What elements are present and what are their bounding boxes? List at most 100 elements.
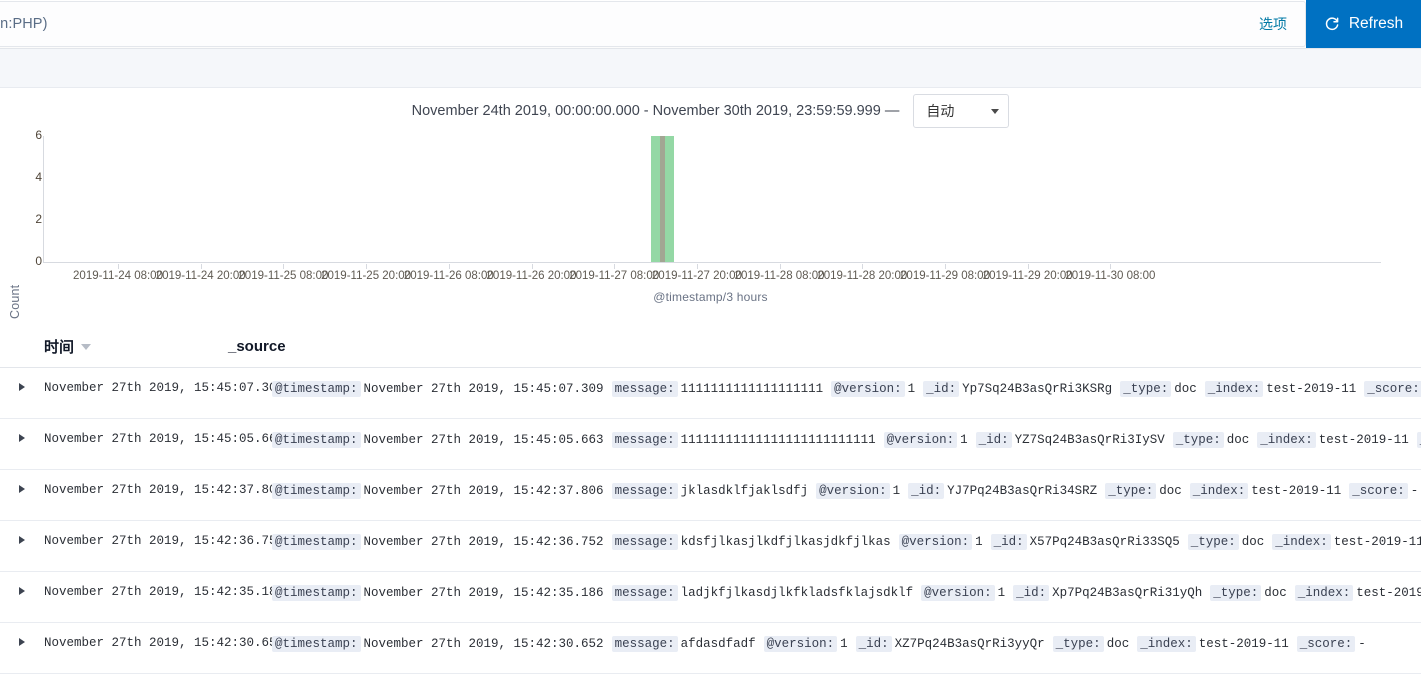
row-source: @timestamp: November 27th 2019, 15:42:37.… (272, 482, 1421, 500)
x-axis-tickmark (779, 264, 781, 269)
source-field-key: _type: (1210, 585, 1262, 601)
table-row[interactable]: November 27th 2019, 15:45:07.309 @timesta… (0, 368, 1421, 419)
chevron-down-icon (991, 108, 1000, 114)
expand-row-icon[interactable] (19, 485, 25, 493)
source-field-value: 1 (975, 535, 983, 549)
table-row[interactable]: November 27th 2019, 15:45:05.663 @timesta… (0, 419, 1421, 470)
source-field-key: _id: (1013, 585, 1050, 601)
source-field-key: _index: (1189, 483, 1249, 499)
x-axis-tick: 2019-11-27 08:00 (569, 270, 660, 282)
x-axis-tickmark (366, 264, 368, 269)
source-field-value: ladjkfjlkasdjlkfkladsfklajsdklf (680, 586, 914, 600)
expand-row-cell[interactable] (0, 533, 44, 544)
expand-row-icon[interactable] (19, 434, 25, 442)
source-field-value: November 27th 2019, 15:42:30.652 (363, 637, 604, 651)
source-field-key: message: (611, 432, 678, 448)
row-time: November 27th 2019, 15:42:37.806 (44, 483, 285, 497)
source-field-key: @version: (816, 483, 890, 499)
source-field-key: message: (611, 534, 678, 550)
query-input[interactable]: on:PHP) (0, 16, 48, 32)
row-source: @timestamp: November 27th 2019, 15:42:30.… (272, 635, 1421, 653)
source-field-value: jklasdklfjaklsdfj (680, 484, 809, 498)
row-source: @timestamp: November 27th 2019, 15:42:36.… (272, 533, 1421, 551)
source-field-value: XZ7Pq24B3asQrRi3yyQr (894, 637, 1045, 651)
x-axis-tick: 2019-11-26 08:00 (403, 270, 494, 282)
source-field-key: _index: (1272, 534, 1331, 550)
x-axis-tick: 2019-11-28 20:00 (817, 270, 908, 282)
toolbar-band (0, 48, 1421, 88)
source-field-key: message: (611, 636, 678, 652)
source-field-value: doc (1241, 535, 1265, 549)
source-field-key: _type: (1120, 381, 1172, 397)
source-field-value: 11111111111111111111111111 (680, 433, 876, 447)
source-field-value: doc (1226, 433, 1250, 447)
expand-row-cell[interactable] (0, 431, 44, 442)
expand-row-cell[interactable] (0, 482, 44, 493)
source-field-value: 1 (960, 433, 968, 447)
table-row[interactable]: November 27th 2019, 15:42:36.752 @timesta… (0, 521, 1421, 572)
sort-desc-icon[interactable] (81, 343, 92, 350)
y-axis-tick: 4 (35, 170, 42, 184)
source-field-value: doc (1264, 586, 1287, 600)
column-header-time[interactable]: 时间 (0, 336, 228, 357)
documents-table: 时间 _source November 27th 2019, 15:45:07.… (0, 326, 1421, 674)
source-field-key: @timestamp: (272, 585, 361, 601)
x-axis-tickmark (945, 264, 946, 269)
source-field-value: test-2019-11 (1356, 586, 1421, 600)
source-field-key: message: (611, 381, 678, 397)
interval-select-value: 自动 (926, 103, 955, 119)
x-axis-tickmark (1027, 264, 1029, 269)
source-field-value: YZ7Sq24B3asQrRi3IySV (1014, 433, 1165, 447)
source-field-value: Xp7Pq24B3asQrRi31yQh (1052, 586, 1203, 600)
refresh-icon (1324, 16, 1340, 32)
source-field-key: @version: (898, 534, 973, 550)
x-axis-tick: 2019-11-24 20:00 (155, 270, 246, 282)
expand-row-icon[interactable] (19, 536, 25, 544)
source-field-value: November 27th 2019, 15:45:05.663 (363, 433, 604, 447)
expand-row-cell[interactable] (0, 380, 44, 391)
expand-row-icon[interactable] (19, 383, 25, 391)
table-row[interactable]: November 27th 2019, 15:42:30.652 @timesta… (0, 623, 1421, 674)
source-field-value: - (1410, 484, 1419, 498)
options-link[interactable]: 选项 (1259, 14, 1287, 34)
source-field-value: November 27th 2019, 15:42:35.186 (363, 586, 604, 600)
y-axis-tick: 0 (35, 254, 42, 268)
x-axis-tickmark (448, 264, 450, 269)
y-axis-tick: 6 (35, 128, 42, 142)
expand-row-cell[interactable] (0, 584, 44, 595)
refresh-button[interactable]: Refresh (1306, 0, 1421, 48)
source-field-key: _score: (1349, 483, 1408, 499)
source-field-value: doc (1106, 637, 1130, 651)
histogram-panel: November 24th 2019, 00:00:00.000 - Novem… (0, 88, 1421, 319)
expand-row-icon[interactable] (19, 587, 25, 595)
time-range-row: November 24th 2019, 00:00:00.000 - Novem… (0, 88, 1421, 134)
source-field-key: _index: (1294, 585, 1354, 601)
source-field-key: _score: (1296, 636, 1356, 652)
source-field-value: 1 (997, 586, 1006, 600)
source-field-key: @version: (921, 585, 995, 601)
x-axis-tick: 2019-11-28 08:00 (734, 270, 825, 282)
column-header-source: _source (228, 338, 286, 355)
row-time: November 27th 2019, 15:45:07.309 (44, 381, 285, 395)
source-field-value: test-2019-11 (1198, 637, 1289, 651)
source-field-key: _index: (1257, 432, 1316, 448)
x-axis-tickmark (531, 264, 533, 269)
source-field-value: kdsfjlkasjlkdfjlkasjdkfjlkas (680, 535, 891, 549)
expand-row-icon[interactable] (19, 638, 25, 646)
source-field-key: @version: (831, 381, 905, 397)
x-axis-tick: 2019-11-24 08:00 (73, 270, 163, 282)
interval-select[interactable]: 自动 (913, 94, 1010, 128)
histogram-chart[interactable]: Count 0246 2019-11-24 08:00 2019-11-24 20… (0, 128, 1421, 319)
table-header: 时间 _source (0, 326, 1421, 368)
source-field-value: test-2019-11 (1333, 535, 1421, 549)
source-field-value: doc (1174, 382, 1197, 396)
table-row[interactable]: November 27th 2019, 15:42:35.186 @timesta… (0, 572, 1421, 623)
x-axis-tickmark (862, 264, 864, 269)
expand-row-cell[interactable] (0, 635, 44, 646)
histogram-bar-seam (660, 136, 666, 262)
source-field-key: _id: (975, 432, 1012, 448)
y-axis-ticks: 0 2 4 6 (10, 128, 42, 268)
time-range-label: November 24th 2019, 00:00:00.000 - Novem… (411, 103, 900, 119)
query-input-box[interactable]: on:PHP) 选项 (0, 1, 1306, 47)
table-row[interactable]: November 27th 2019, 15:42:37.806 @timesta… (0, 470, 1421, 521)
